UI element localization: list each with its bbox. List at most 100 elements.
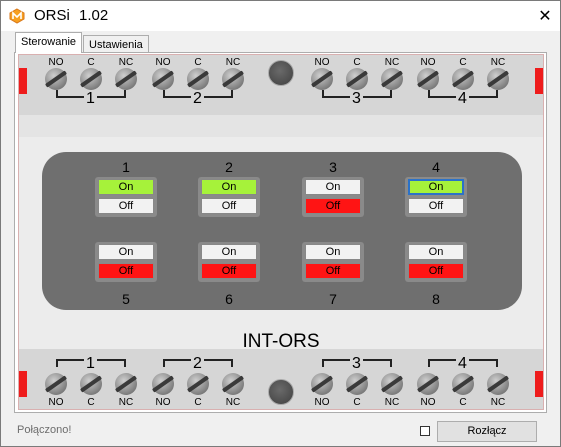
relay-switch-1: On Off <box>95 177 157 217</box>
screw-terminal-icon <box>417 373 439 395</box>
relay-number-4: 4 <box>432 159 440 175</box>
terminal-label-top: NC <box>384 57 400 68</box>
relay-switch-5: On Off <box>95 242 157 282</box>
group-number-top: 4 <box>456 90 469 107</box>
terminal-label-bottom: NC <box>225 397 241 408</box>
screw-terminal-icon <box>311 373 333 395</box>
terminal-label-top: NO <box>314 57 330 68</box>
terminal-label-top: C <box>194 57 202 68</box>
relay-5-on-button[interactable]: On <box>98 244 154 260</box>
relay-8-on-button[interactable]: On <box>408 244 464 260</box>
screw-terminal-icon <box>222 373 244 395</box>
disconnect-button[interactable]: Rozłącz <box>437 421 537 442</box>
terminal-label-top: NO <box>420 57 436 68</box>
screw-terminal-icon <box>487 373 509 395</box>
terminal-label-bottom: NC <box>118 397 134 408</box>
terminal-label-top: C <box>87 57 95 68</box>
group-number-top: 1 <box>84 90 97 107</box>
screw-terminal-icon <box>346 373 368 395</box>
mounting-hole-bottom <box>268 379 294 405</box>
screw-terminal-icon <box>152 68 174 90</box>
terminal-label-bottom: NO <box>314 397 330 408</box>
screw-terminal-icon <box>417 68 439 90</box>
relay-7-on-button[interactable]: On <box>305 244 361 260</box>
terminal-label-top: NC <box>118 57 134 68</box>
screw-terminal-icon <box>381 373 403 395</box>
relay-8-off-button[interactable]: Off <box>408 263 464 279</box>
relay-4-on-button[interactable]: On <box>408 179 464 195</box>
relay-switch-7: On Off <box>302 242 364 282</box>
relay-switch-6: On Off <box>198 242 260 282</box>
screw-terminal-icon <box>115 68 137 90</box>
screw-terminal-icon <box>452 373 474 395</box>
title-bar: ORSi 1.02 ✕ <box>1 1 560 31</box>
screw-terminal-icon <box>187 68 209 90</box>
terminal-label-top: NC <box>225 57 241 68</box>
terminal-label-top: C <box>459 57 467 68</box>
relay-5-off-button[interactable]: Off <box>98 263 154 279</box>
top-band-strip <box>19 115 543 137</box>
terminal-label-top: NO <box>155 57 171 68</box>
red-tab-bottom-right <box>535 371 543 397</box>
red-tab-bottom-left <box>19 371 27 397</box>
group-number-top: 2 <box>191 90 204 107</box>
terminal-label-top: NO <box>48 57 64 68</box>
app-title: ORSi <box>34 7 70 24</box>
relay-1-on-button[interactable]: On <box>98 179 154 195</box>
group-number-bottom: 2 <box>191 355 204 372</box>
relay-6-off-button[interactable]: Off <box>201 263 257 279</box>
terminal-label-bottom: NC <box>384 397 400 408</box>
device-module: NO NO C C NC NC 1 1 NO NO C C NC NC 2 2 NO NO C C NC NC 3 3 NO NO… <box>18 54 544 410</box>
relay-2-on-button[interactable]: On <box>201 179 257 195</box>
terminal-label-bottom: C <box>353 397 361 408</box>
group-number-bottom: 4 <box>456 355 469 372</box>
red-tab-top-right <box>535 68 543 94</box>
relay-number-7: 7 <box>329 291 337 307</box>
screw-terminal-icon <box>381 68 403 90</box>
relay-switch-2: On Off <box>198 177 260 217</box>
relay-3-on-button[interactable]: On <box>305 179 361 195</box>
relay-number-6: 6 <box>225 291 233 307</box>
terminal-label-top: C <box>353 57 361 68</box>
terminal-label-bottom: C <box>194 397 202 408</box>
screw-terminal-icon <box>45 68 67 90</box>
relay-number-1: 1 <box>122 159 130 175</box>
terminal-label-bottom: C <box>87 397 95 408</box>
mounting-hole-top <box>268 60 294 86</box>
terminal-label-bottom: NO <box>420 397 436 408</box>
relay-7-off-button[interactable]: Off <box>305 263 361 279</box>
device-name: INT-ORS <box>242 331 320 352</box>
relay-6-on-button[interactable]: On <box>201 244 257 260</box>
tab-sterowanie[interactable]: Sterowanie <box>15 32 83 53</box>
relay-1-off-button[interactable]: Off <box>98 198 154 214</box>
app-window: ORSi 1.02 ✕ Sterowanie Ustawienia NO NO C C… <box>0 0 561 447</box>
screw-terminal-icon <box>222 68 244 90</box>
group-number-bottom: 3 <box>350 355 363 372</box>
relay-4-off-button[interactable]: Off <box>408 198 464 214</box>
red-tab-top-left <box>19 68 27 94</box>
close-button[interactable]: ✕ <box>530 1 560 31</box>
connection-status: Połączono! <box>17 424 72 436</box>
relay-control-panel: 1 On Off 2 On Off 3 On Off 4 On Off 5 On Off 6 On Off 7 On O… <box>42 152 522 310</box>
terminal-label-bottom: NO <box>48 397 64 408</box>
screw-terminal-icon <box>452 68 474 90</box>
screw-terminal-icon <box>187 373 209 395</box>
relay-number-2: 2 <box>225 159 233 175</box>
screw-terminal-icon <box>45 373 67 395</box>
group-number-bottom: 1 <box>84 355 97 372</box>
tab-ustawienia[interactable]: Ustawienia <box>83 35 149 53</box>
app-version: 1.02 <box>79 7 109 24</box>
terminal-label-top: NC <box>490 57 506 68</box>
screw-terminal-icon <box>152 373 174 395</box>
relay-switch-4: On Off <box>405 177 467 217</box>
terminal-label-bottom: NO <box>155 397 171 408</box>
relay-switch-8: On Off <box>405 242 467 282</box>
relay-3-off-button[interactable]: Off <box>305 198 361 214</box>
terminal-label-bottom: NC <box>490 397 506 408</box>
screw-terminal-icon <box>311 68 333 90</box>
relay-2-off-button[interactable]: Off <box>201 198 257 214</box>
app-logo-icon <box>9 8 25 24</box>
screw-terminal-icon <box>80 373 102 395</box>
group-number-top: 3 <box>350 90 363 107</box>
option-checkbox[interactable] <box>420 426 430 436</box>
